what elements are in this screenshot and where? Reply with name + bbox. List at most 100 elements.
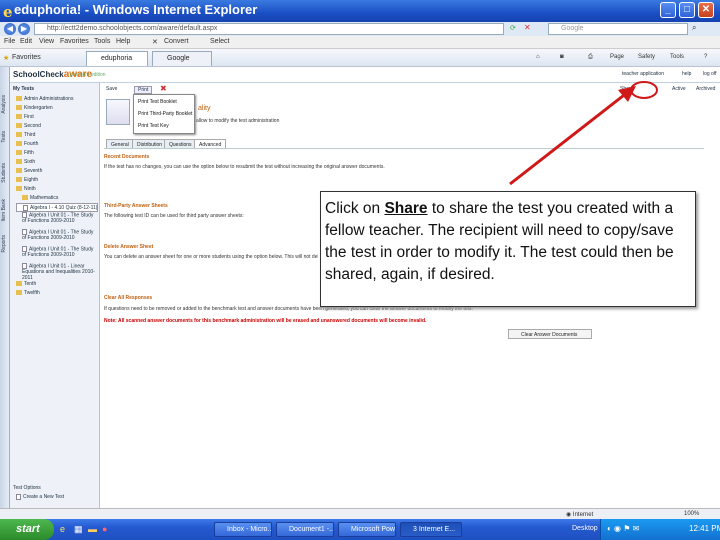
- quicklaunch-desktop-icon[interactable]: ▦: [74, 524, 83, 535]
- star-icon: ★: [3, 55, 10, 62]
- sidebar-folder[interactable]: Fourth: [16, 140, 98, 149]
- sidebar-folder[interactable]: Admin Administrations: [16, 95, 98, 104]
- tab-tests[interactable]: Tests: [1, 131, 7, 143]
- print-icon[interactable]: ⎙: [588, 54, 593, 61]
- section-title: Delete Answer Sheet: [104, 244, 154, 250]
- start-button[interactable]: start: [0, 519, 54, 540]
- folder-icon: [22, 195, 28, 201]
- feeds-icon[interactable]: ◙: [560, 54, 564, 60]
- sidebar-folder[interactable]: Seventh: [16, 167, 98, 176]
- taskbar: start e ▦ ▬ ● Inbox - Micro... Document1…: [0, 519, 720, 540]
- tab-item-bank[interactable]: Item Bank: [1, 199, 7, 222]
- print-test-booklet-item[interactable]: Print Test Booklet: [138, 99, 177, 105]
- clear-answer-documents-button[interactable]: Clear Answer Documents: [508, 329, 592, 339]
- teacher-app-link[interactable]: teacher application: [622, 71, 664, 77]
- favorites-button[interactable]: Favorites: [12, 54, 41, 61]
- convert-button[interactable]: Convert: [164, 38, 189, 45]
- taskbar-item-document1[interactable]: Document1 -...: [276, 522, 334, 537]
- tab-students[interactable]: Students: [1, 163, 7, 183]
- window-titlebar: e eduphoria! - Windows Internet Explorer…: [0, 0, 720, 22]
- section-text: You can delete an answer sheet for one o…: [104, 254, 318, 260]
- sidebar-test[interactable]: Algebra I Unit 01 - The Study of Functio…: [16, 246, 98, 263]
- close-button[interactable]: ✕: [698, 2, 714, 18]
- delete-icon[interactable]: ✖: [160, 84, 167, 93]
- sidebar-test-selected[interactable]: Algebra I - 4.10 Quiz (8-12-11): [16, 203, 98, 212]
- sidebar-folder[interactable]: Twelfth: [16, 289, 98, 298]
- sidebar-folder[interactable]: Sixth: [16, 158, 98, 167]
- menu-edit[interactable]: Edit: [20, 38, 32, 45]
- document-icon: [23, 204, 28, 211]
- section-title: Recent Documents: [104, 154, 150, 160]
- logoff-link[interactable]: log off: [703, 71, 717, 77]
- active-button[interactable]: Active: [672, 86, 686, 92]
- tools-menu[interactable]: Tools: [670, 54, 684, 60]
- tray-icons[interactable]: ◐ ◉ ⚑ ✉: [607, 524, 639, 533]
- page-menu[interactable]: Page: [610, 54, 624, 60]
- menu-help[interactable]: Help: [116, 38, 130, 45]
- tab-questions[interactable]: Questions: [164, 139, 197, 148]
- back-icon[interactable]: ◀: [4, 23, 16, 35]
- sidebar-test[interactable]: Algebra I Unit 01 - The Study of Functio…: [16, 229, 98, 246]
- tab-distribution[interactable]: Distribution: [132, 139, 168, 148]
- refresh-icon[interactable]: ⟳: [510, 24, 516, 32]
- arrow-shaft: [509, 90, 629, 186]
- print-button[interactable]: Print: [134, 86, 153, 94]
- taskbar-item-inbox[interactable]: Inbox - Micro...: [214, 522, 272, 537]
- stop-icon[interactable]: ✕: [524, 23, 531, 32]
- print-third-party-booklet-item[interactable]: Print Third-Party Booklet: [138, 111, 192, 117]
- test-options-header: Test Options: [13, 485, 41, 491]
- tab-google[interactable]: Google: [152, 51, 212, 66]
- tab-general[interactable]: General: [106, 139, 134, 148]
- menu-favorites[interactable]: Favorites: [60, 38, 89, 45]
- minimize-button[interactable]: _: [660, 2, 676, 18]
- taskbar-item-ie[interactable]: 3 Internet E...: [400, 522, 462, 537]
- home-icon[interactable]: ⌂: [536, 54, 540, 60]
- archived-button[interactable]: Archived: [696, 86, 715, 92]
- callout-text: Click on Share to share the test you cre…: [325, 200, 674, 283]
- menu-view[interactable]: View: [39, 38, 54, 45]
- header-fragment: ality: [198, 105, 211, 112]
- quicklaunch-ie-icon[interactable]: e: [60, 524, 65, 534]
- sidebar-folder[interactable]: Kindergarten: [16, 104, 98, 113]
- sidebar-folder[interactable]: Ninth: [16, 185, 98, 194]
- search-icon[interactable]: ⌕: [692, 23, 696, 33]
- test-document-icon: [106, 99, 130, 125]
- menu-tools[interactable]: Tools: [94, 38, 110, 45]
- sidebar-header: My Tests: [13, 86, 35, 92]
- maximize-button[interactable]: □: [679, 2, 695, 18]
- red-arrow-annotation: [509, 81, 658, 186]
- section-text: The following test ID can be used for th…: [104, 213, 244, 219]
- tab-analysis[interactable]: Analysis: [1, 95, 7, 114]
- tab-advanced[interactable]: Advanced: [194, 139, 227, 148]
- sidebar-folder[interactable]: Tenth: [16, 280, 98, 289]
- tab-eduphoria[interactable]: eduphoria: [86, 51, 148, 66]
- tab-reports[interactable]: Reports: [1, 235, 7, 253]
- folder-icon: [16, 168, 22, 174]
- save-button[interactable]: Save: [106, 86, 117, 92]
- select-button[interactable]: Select: [210, 38, 229, 45]
- search-input[interactable]: Google: [548, 23, 688, 35]
- sidebar-folder[interactable]: Eighth: [16, 176, 98, 185]
- sidebar-test[interactable]: Algebra I Unit 01 - Linear Equations and…: [16, 263, 98, 281]
- desktop-toolbar[interactable]: Desktop: [572, 525, 598, 532]
- menu-file[interactable]: File: [4, 38, 15, 45]
- help-link[interactable]: help: [682, 71, 691, 77]
- safety-menu[interactable]: Safety: [638, 54, 655, 60]
- close-toolbar-icon[interactable]: ✕: [152, 38, 158, 46]
- sidebar-folder[interactable]: Third: [16, 131, 98, 140]
- sidebar-subfolder[interactable]: Mathematics: [16, 194, 98, 203]
- print-test-key-item[interactable]: Print Test Key: [138, 123, 169, 129]
- system-tray: ◐ ◉ ⚑ ✉ 12:41 PM: [600, 519, 720, 540]
- create-new-test-link[interactable]: Create a New Test: [16, 493, 64, 502]
- quicklaunch-app-icon[interactable]: ●: [102, 524, 107, 534]
- help-icon[interactable]: ?: [704, 54, 707, 60]
- quicklaunch-folder-icon[interactable]: ▬: [88, 524, 97, 534]
- taskbar-item-powerpoint[interactable]: Microsoft Pow...: [338, 522, 396, 537]
- sidebar-folder[interactable]: Fifth: [16, 149, 98, 158]
- address-bar[interactable]: http://ectt2demo.schoolobjects.com/aware…: [34, 23, 504, 35]
- forward-icon[interactable]: ▶: [18, 23, 30, 35]
- zoom-label[interactable]: 100%: [684, 511, 699, 517]
- sidebar-test[interactable]: Algebra I Unit 01 - The Study of Functio…: [16, 212, 98, 229]
- sidebar-folder[interactable]: First: [16, 113, 98, 122]
- sidebar-folder[interactable]: Second: [16, 122, 98, 131]
